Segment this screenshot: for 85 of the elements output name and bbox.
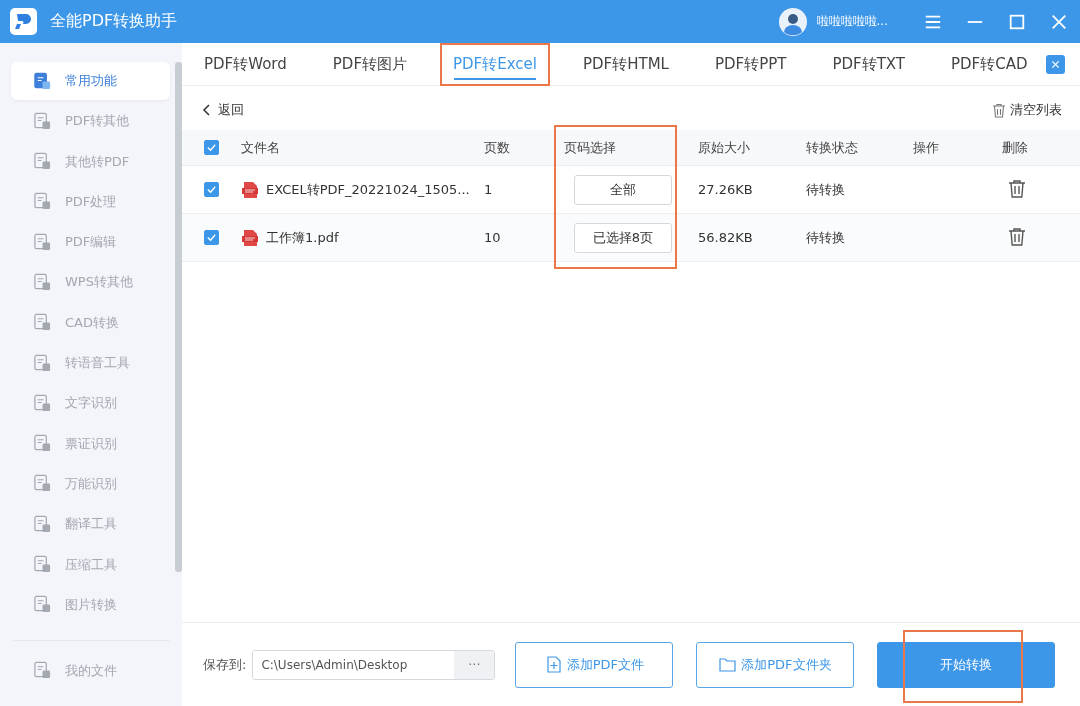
column-header: 删除 [1002, 139, 1028, 155]
document-icon [33, 555, 52, 575]
document-icon [33, 434, 52, 454]
close-icon[interactable] [1050, 12, 1068, 31]
status-text: 待转换 [806, 229, 845, 245]
document-icon [33, 273, 52, 292]
file-name: EXCEL转PDF_20221024_1505... [266, 180, 470, 199]
sidebar-item[interactable]: 压缩工具 [11, 545, 170, 584]
sidebar-item[interactable]: 图片转换 [11, 585, 170, 624]
sidebar-item[interactable]: PDF处理 [11, 182, 170, 221]
add-folder-button[interactable]: 添加PDF文件夹 [696, 641, 855, 688]
page-select-button[interactable]: 全部 [574, 174, 672, 205]
document-icon [33, 71, 52, 91]
column-header: 文件名 [241, 139, 280, 155]
sidebar-item[interactable]: WPS转其他 [11, 263, 170, 302]
tab[interactable]: PDF转CAD [938, 42, 1041, 86]
tab[interactable]: PDF转Word [191, 42, 300, 86]
document-icon [33, 192, 52, 212]
add-file-button[interactable]: 添加PDF文件 [515, 641, 674, 688]
add-file-icon [544, 656, 562, 673]
maximize-icon[interactable] [1008, 12, 1026, 31]
sidebar-item[interactable]: 常用功能 [11, 62, 170, 100]
document-icon [33, 595, 52, 615]
browse-button[interactable]: ··· [454, 650, 495, 679]
sidebar-item[interactable]: 翻译工具 [11, 505, 170, 544]
file-size: 27.26KB [698, 182, 753, 197]
check-icon [206, 232, 217, 243]
document-icon [33, 514, 52, 534]
document-icon [33, 393, 52, 413]
sidebar-item[interactable]: 其他转PDF [11, 142, 170, 181]
document-icon [33, 474, 52, 494]
sidebar-item[interactable]: CAD转换 [11, 303, 170, 342]
checkbox[interactable] [204, 140, 219, 155]
tab[interactable]: PDF转图片 [319, 42, 420, 86]
document-icon [33, 111, 52, 131]
checkbox[interactable] [204, 230, 219, 245]
column-header: 原始大小 [698, 139, 750, 155]
tab[interactable]: PDF转Excel [440, 42, 550, 86]
trash-icon[interactable] [1008, 178, 1026, 198]
document-icon [33, 232, 52, 252]
save-to-label: 保存到: [203, 655, 247, 674]
sidebar-item[interactable]: 我的文件 [11, 651, 170, 690]
sidebar-item[interactable]: 转语音工具 [11, 344, 170, 383]
path-field[interactable]: C:\Users\Admin\Desktop ··· [252, 649, 496, 680]
close-icon [1050, 59, 1061, 70]
tab[interactable]: PDF转TXT [819, 42, 918, 86]
document-icon [33, 661, 52, 681]
back-link[interactable]: 返回 [202, 101, 244, 119]
sidebar-item[interactable]: 文字识别 [11, 384, 170, 423]
trash-icon[interactable] [1008, 226, 1026, 246]
sidebar-item[interactable]: PDF编辑 [11, 223, 170, 262]
file-size: 56.82KB [698, 230, 753, 245]
column-header: 操作 [913, 139, 939, 155]
user-name[interactable]: 啦啦啦啦啦... [816, 13, 888, 30]
pdf-file-icon [241, 180, 259, 199]
page-count: 1 [484, 182, 493, 197]
checkbox[interactable] [204, 182, 219, 197]
close-button[interactable] [1046, 55, 1065, 74]
document-icon [33, 152, 52, 172]
status-text: 待转换 [806, 181, 845, 197]
tab[interactable]: PDF转PPT [701, 42, 800, 86]
tab[interactable]: PDF转HTML [570, 42, 682, 86]
sidebar-item[interactable]: PDF转其他 [11, 102, 170, 141]
start-button[interactable]: 开始转换 [877, 641, 1056, 688]
avatar-icon [778, 7, 807, 36]
page-count: 10 [484, 230, 501, 245]
trash-icon [992, 102, 1006, 118]
column-header: 页数 [484, 139, 510, 155]
app-title: 全能PDF转换助手 [50, 11, 179, 32]
sidebar-item[interactable]: 票证识别 [11, 424, 170, 463]
column-header: 页码选择 [564, 139, 616, 155]
column-header: 转换状态 [806, 139, 858, 155]
check-icon [206, 142, 217, 153]
pdf-file-icon [241, 228, 259, 247]
sidebar-item[interactable]: 万能识别 [11, 464, 170, 503]
document-icon [33, 313, 52, 333]
document-icon [33, 353, 52, 373]
folder-icon [719, 656, 737, 673]
file-name: 工作簿1.pdf [266, 228, 339, 247]
scrollbar[interactable] [175, 62, 182, 572]
app-logo [10, 8, 37, 35]
check-icon [206, 184, 217, 195]
chevron-left-icon [202, 104, 212, 116]
page-select-button[interactable]: 已选择8页 [574, 222, 672, 253]
clear-list-button[interactable]: 清空列表 [992, 101, 1062, 119]
